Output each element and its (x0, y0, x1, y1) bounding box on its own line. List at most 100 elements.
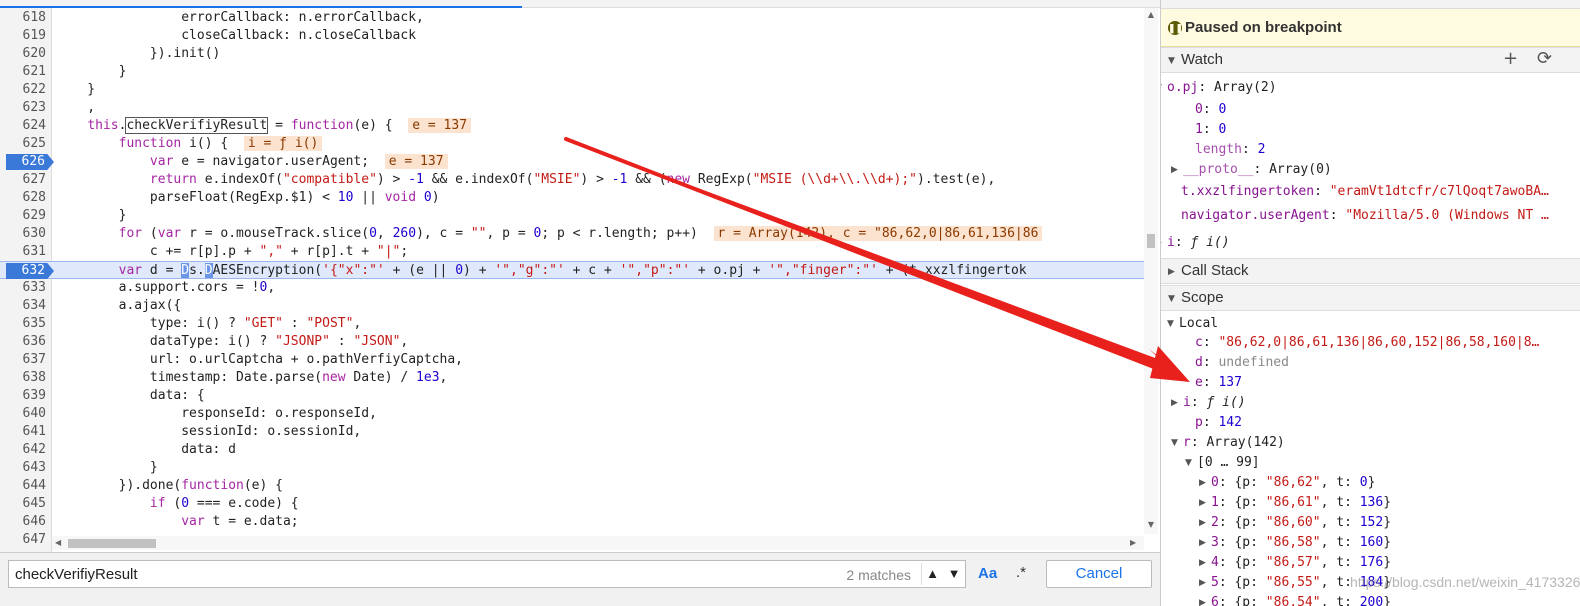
code-line[interactable]: 637 url: o.urlCaptcha + o.pathVerfiyCapt… (0, 351, 1145, 369)
code-line[interactable]: 643 } (0, 459, 1145, 477)
line-number[interactable]: 645 (0, 495, 46, 513)
code-line[interactable]: 624 this.checkVerifiyResult = function(e… (0, 117, 1145, 135)
vertical-scrollbar[interactable]: ▲ ▼ (1144, 8, 1158, 534)
find-next-icon[interactable]: ▼ (943, 563, 965, 585)
code-line[interactable]: 633 a.support.cors = !0, (0, 279, 1145, 297)
line-number[interactable]: 639 (0, 387, 46, 405)
line-number[interactable]: 638 (0, 369, 46, 387)
expand-watch-icon[interactable]: ▼ (1168, 49, 1175, 73)
code-line[interactable]: 625 function i() { i = ƒ i() (0, 135, 1145, 153)
variable-row[interactable]: d: undefined (1195, 353, 1289, 373)
variable-row[interactable]: ▶ 6: {p: "86,54", t: 200} (1199, 593, 1391, 606)
code-line[interactable]: 642 data: d (0, 441, 1145, 459)
line-number[interactable]: 641 (0, 423, 46, 441)
line-number[interactable]: 620 (0, 45, 46, 63)
variable-row[interactable]: ▶ 1: {p: "86,61", t: 136} (1199, 493, 1391, 513)
horizontal-scroll-thumb[interactable] (68, 539, 156, 548)
expand-icon[interactable]: ▶ (1199, 473, 1206, 493)
line-number[interactable]: 618 (0, 9, 46, 27)
scope-section-header[interactable]: ▼ Scope (1161, 285, 1580, 311)
line-number[interactable]: 628 (0, 189, 46, 207)
code-line[interactable]: 627 return e.indexOf("compatible") > -1 … (0, 171, 1145, 189)
match-case-button[interactable]: Aa (978, 565, 997, 582)
variable-row[interactable]: ▼ r: Array(142) (1171, 433, 1285, 453)
source-code-editor[interactable]: 617 failCallback: n.failCallback,618 err… (0, 0, 1160, 552)
code-line[interactable]: 639 data: { (0, 387, 1145, 405)
code-line[interactable]: 641 sessionId: o.sessionId, (0, 423, 1145, 441)
variable-row[interactable]: ▶ 3: {p: "86,58", t: 160} (1199, 533, 1391, 553)
line-number[interactable]: 623 (0, 99, 46, 117)
code-line[interactable]: 635 type: i() ? "GET" : "POST", (0, 315, 1145, 333)
expand-icon[interactable]: ▶ (1171, 393, 1178, 413)
find-previous-icon[interactable]: ▲ (921, 563, 943, 585)
regex-button[interactable]: .* (1016, 564, 1026, 581)
variable-row[interactable]: navigator.userAgent: "Mozilla/5.0 (Windo… (1181, 206, 1549, 226)
code-line[interactable]: 623 , (0, 99, 1145, 117)
scroll-up-icon[interactable]: ▲ (1146, 10, 1156, 19)
scroll-right-icon[interactable]: ▶ (1130, 536, 1136, 550)
code-line[interactable]: 645 if (0 === e.code) { (0, 495, 1145, 513)
scroll-left-icon[interactable]: ◀ (55, 536, 61, 550)
expand-icon[interactable]: ▶ (1199, 573, 1206, 593)
code-line[interactable]: 638 timestamp: Date.parse(new Date) / 1e… (0, 369, 1145, 387)
line-number[interactable]: 629 (0, 207, 46, 225)
variable-row[interactable]: ▼ [0 … 99] (1185, 453, 1260, 473)
line-number[interactable]: 637 (0, 351, 46, 369)
expand-scope-icon[interactable]: ▼ (1168, 287, 1175, 311)
variable-row[interactable]: c: "86,62,0|86,61,136|86,60,152|86,58,16… (1195, 333, 1539, 353)
line-number[interactable]: 647 (0, 531, 46, 549)
code-line[interactable]: 618 errorCallback: n.errorCallback, (0, 9, 1145, 27)
code-line[interactable]: 628 parseFloat(RegExp.$1) < 10 || void 0… (0, 189, 1145, 207)
expand-local-icon[interactable]: ▼ (1167, 314, 1174, 334)
vertical-scroll-thumb[interactable] (1147, 234, 1155, 248)
expand-icon[interactable]: ▶ (1199, 493, 1206, 513)
variable-row[interactable]: 0: 0 (1195, 100, 1226, 120)
variable-row[interactable]: length: 2 (1195, 140, 1265, 160)
find-input-box[interactable]: checkVerifiyResult 2 matches ▲ ▼ (8, 560, 966, 588)
expand-icon[interactable]: ▼ (1185, 453, 1192, 473)
expand-icon[interactable]: ▶ (1199, 513, 1206, 533)
code-line[interactable]: 640 responseId: o.responseId, (0, 405, 1145, 423)
horizontal-scrollbar[interactable]: ◀ ▶ (52, 536, 1144, 550)
expand-icon[interactable]: ▶ (1199, 533, 1206, 553)
line-number[interactable]: 636 (0, 333, 46, 351)
variable-row[interactable]: 1: 0 (1195, 120, 1226, 140)
code-line[interactable]: 634 a.ajax({ (0, 297, 1145, 315)
expand-call-stack-icon[interactable]: ▶ (1168, 260, 1175, 284)
expand-icon[interactable]: ▶ (1199, 593, 1206, 606)
code-line[interactable]: 630 for (var r = o.mouseTrack.slice(0, 2… (0, 225, 1145, 243)
breakpoint-marker[interactable]: 632 (6, 263, 54, 279)
code-line[interactable]: 631 c += r[p].p + "," + r[p].t + "|"; (0, 243, 1145, 261)
variable-row[interactable]: ▶ i: ƒ i() (1171, 393, 1246, 413)
line-number[interactable]: 624 (0, 117, 46, 135)
scroll-down-icon[interactable]: ▼ (1146, 520, 1156, 529)
line-number[interactable]: 631 (0, 243, 46, 261)
variable-row[interactable]: ▶ __proto__: Array(0) (1171, 160, 1332, 180)
add-expression-icon[interactable]: + (1503, 47, 1518, 71)
expand-icon[interactable]: ▶ (1171, 160, 1178, 180)
variable-row[interactable]: e: 137 (1195, 373, 1242, 393)
line-number[interactable]: 619 (0, 27, 46, 45)
variable-row[interactable]: t.xxzlfingertoken: "eramVt1dtcfr/c7lQoqt… (1181, 182, 1549, 202)
line-number[interactable]: 622 (0, 81, 46, 99)
code-line[interactable]: 622 } (0, 81, 1145, 99)
variable-row[interactable]: p: 142 (1195, 413, 1242, 433)
variable-row[interactable]: ▶ i: ƒ i() (1161, 233, 1230, 253)
expand-icon[interactable]: ▶ (1161, 233, 1162, 253)
expand-icon[interactable]: ▼ (1161, 78, 1162, 98)
line-number[interactable]: 630 (0, 225, 46, 243)
line-number[interactable]: 635 (0, 315, 46, 333)
line-number[interactable]: 642 (0, 441, 46, 459)
cancel-button[interactable]: Cancel (1046, 560, 1152, 588)
variable-row[interactable]: ▶ 0: {p: "86,62", t: 0} (1199, 473, 1375, 493)
code-line[interactable]: 621 } (0, 63, 1145, 81)
code-line[interactable]: 644 }).done(function(e) { (0, 477, 1145, 495)
scope-local[interactable]: ▼ Local (1167, 314, 1218, 334)
code-line[interactable]: 619 closeCallback: n.closeCallback (0, 27, 1145, 45)
code-line[interactable]: 626 var e = navigator.userAgent; e = 137 (0, 153, 1145, 171)
line-number[interactable]: 640 (0, 405, 46, 423)
line-number[interactable]: 633 (0, 279, 46, 297)
line-number[interactable]: 627 (0, 171, 46, 189)
code-line[interactable]: 646 var t = e.data; (0, 513, 1145, 531)
line-number[interactable]: 625 (0, 135, 46, 153)
